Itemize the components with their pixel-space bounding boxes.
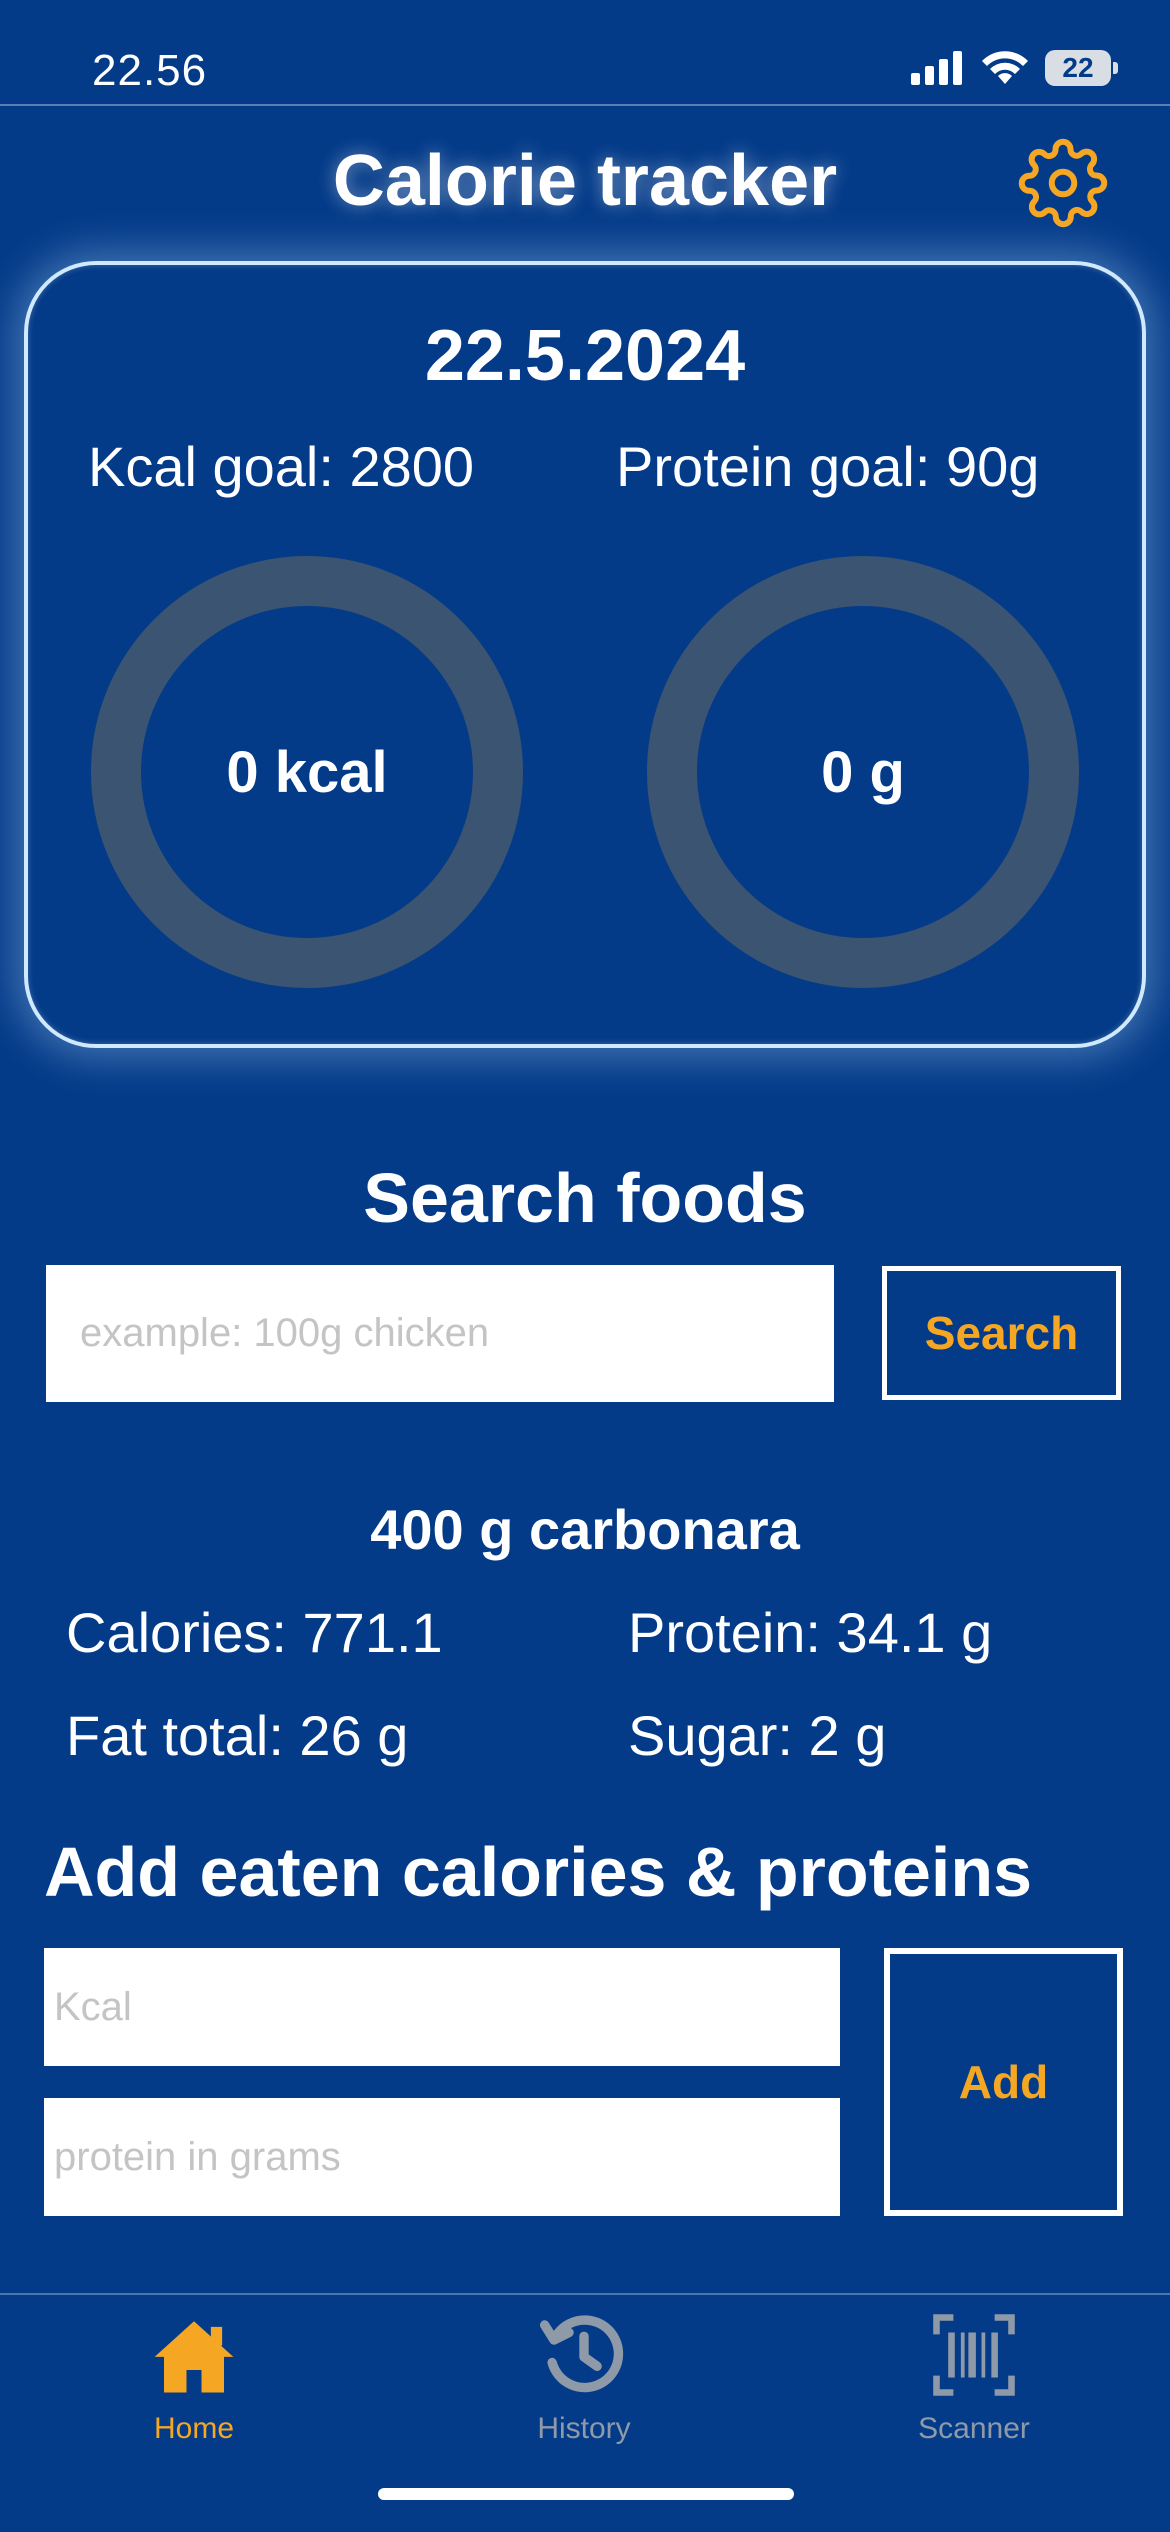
tab-bar-divider xyxy=(0,2293,1170,2295)
tab-scanner[interactable]: Scanner xyxy=(824,2310,1124,2446)
barcode-scanner-icon xyxy=(933,2314,1015,2396)
kcal-progress-ring: 0 kcal xyxy=(91,556,523,988)
kcal-goal-label: Kcal goal: 2800 xyxy=(88,435,475,498)
add-section-title: Add eaten calories & proteins xyxy=(44,1833,1033,1911)
tab-home[interactable]: Home xyxy=(44,2310,344,2446)
result-food-title: 400 g carbonara xyxy=(370,1498,800,1561)
protein-input[interactable] xyxy=(44,2098,840,2216)
search-section-title: Search foods xyxy=(363,1159,807,1237)
battery-level: 22 xyxy=(1062,52,1094,83)
search-button[interactable]: Search xyxy=(882,1266,1121,1400)
battery-icon: 22 xyxy=(1045,50,1118,86)
summary-date: 22.5.2024 xyxy=(424,316,746,396)
result-calories: Calories: 771.1 xyxy=(66,1601,443,1664)
status-icons: 22 xyxy=(911,50,1118,86)
page-title: Calorie tracker xyxy=(332,141,838,221)
tab-home-label: Home xyxy=(153,2412,235,2445)
result-fat: Fat total: 26 g xyxy=(66,1704,409,1767)
result-protein: Protein: 34.1 g xyxy=(628,1601,993,1664)
tab-scanner-label: Scanner xyxy=(918,2412,1030,2445)
kcal-progress-value: 0 kcal xyxy=(226,739,388,805)
tab-history[interactable]: History xyxy=(434,2310,734,2446)
settings-button[interactable] xyxy=(1018,138,1108,228)
add-button[interactable]: Add xyxy=(884,1948,1123,2216)
home-icon xyxy=(154,2321,234,2393)
cellular-signal-icon xyxy=(911,51,962,85)
tab-history-label: History xyxy=(537,2412,631,2445)
result-sugar: Sugar: 2 g xyxy=(628,1704,887,1767)
gear-icon xyxy=(1018,138,1108,228)
status-time: 22.56 xyxy=(92,46,208,95)
status-divider xyxy=(0,104,1170,106)
kcal-input[interactable] xyxy=(44,1948,840,2066)
wifi-icon xyxy=(982,51,1028,84)
home-indicator[interactable] xyxy=(378,2488,794,2500)
protein-progress-value: 0 g xyxy=(821,739,905,805)
history-icon xyxy=(539,2315,624,2393)
protein-goal-label: Protein goal: 90g xyxy=(616,435,1040,498)
protein-progress-ring: 0 g xyxy=(647,556,1079,988)
food-search-input[interactable] xyxy=(46,1265,834,1402)
